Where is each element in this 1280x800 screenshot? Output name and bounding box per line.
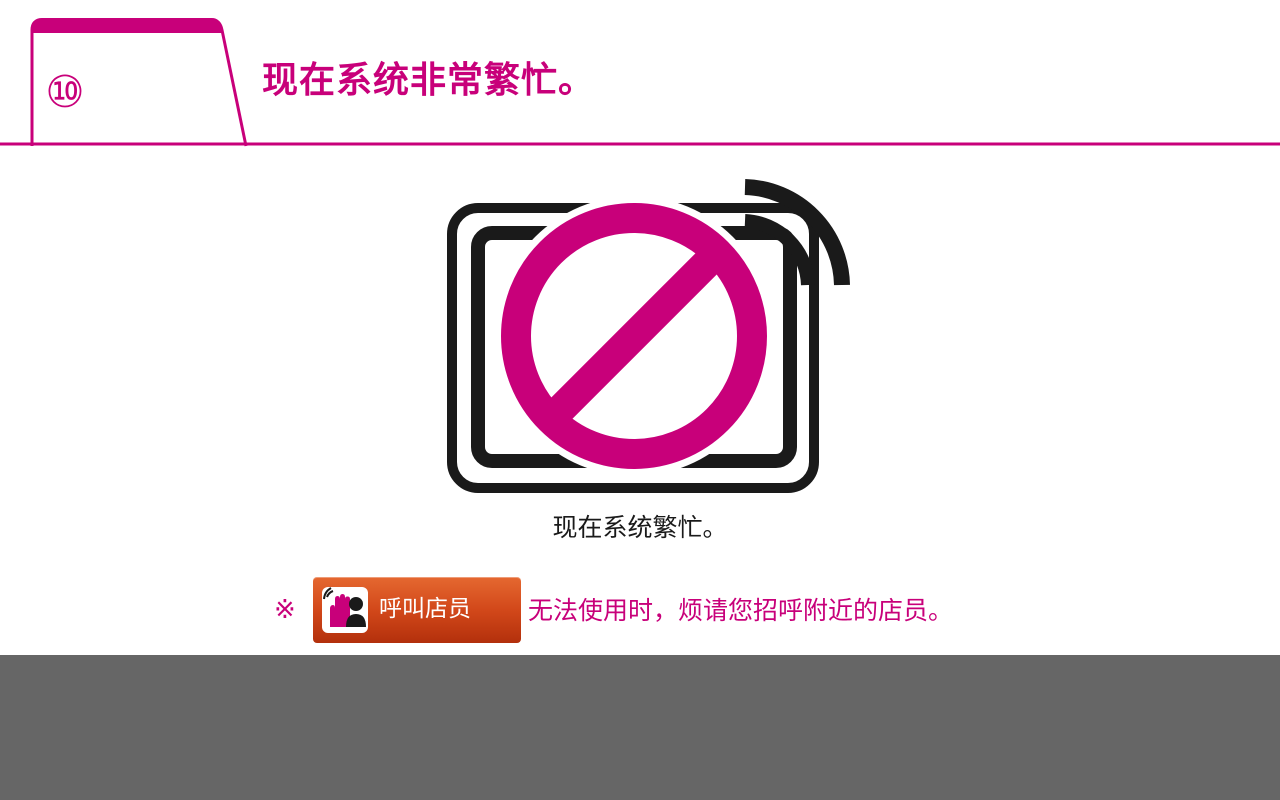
- call-staff-hand-icon: [322, 587, 368, 633]
- step-number: ⑩: [45, 67, 85, 118]
- header: ⑩ 现在系统非常繁忙。: [0, 0, 1280, 150]
- status-message: 现在系统繁忙。: [552, 513, 728, 542]
- note-text: 无法使用时，烦请您招呼附近的店员。: [528, 596, 954, 625]
- call-staff-button-label: 呼叫店员: [379, 596, 471, 622]
- note-mark: ※: [274, 595, 296, 625]
- screen: ⑩ 现在系统非常繁忙。 现在系统繁忙。 ※ 呼叫店员 无法使用时，烦请您招呼附近…: [0, 0, 1280, 800]
- call-staff-button[interactable]: 呼叫店员: [313, 577, 521, 643]
- header-tab-outline: [0, 18, 1280, 147]
- footer-bar: [0, 655, 1280, 800]
- busy-camera-prohibited-icon: [447, 179, 850, 493]
- page-title: 现在系统非常繁忙。: [262, 60, 596, 101]
- note-row: ※ 呼叫店员 无法使用时，烦请您招呼附近的店员。: [270, 577, 1050, 643]
